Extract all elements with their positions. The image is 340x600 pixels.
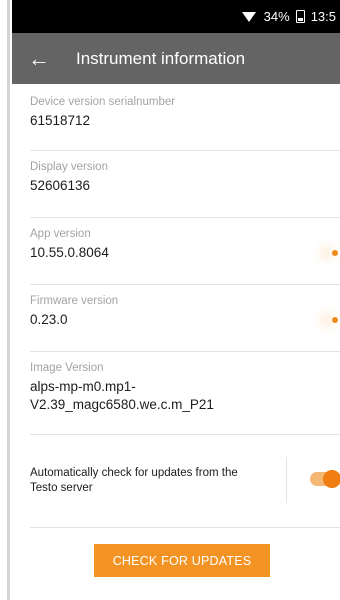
- firmware-version-label: Firmware version: [30, 295, 119, 307]
- page-title: Instrument information: [76, 48, 246, 68]
- status-time: 13:5: [310, 9, 336, 24]
- device-serial-field: Device version serialnumber 61518712: [30, 96, 340, 151]
- left-edge-rule: [7, 0, 10, 600]
- toggle-divider: [286, 457, 287, 503]
- auto-update-toggle[interactable]: [310, 470, 340, 488]
- image-version-value: alps-mp-m0.mp1- V2.39_magc6580.we.c.m_P2…: [30, 378, 340, 414]
- info-list: Device version serialnumber 61518712 Dis…: [12, 84, 340, 596]
- check-for-updates-button[interactable]: CHECK FOR UPDATES: [94, 544, 270, 577]
- image-version-field: Image Version alps-mp-m0.mp1- V2.39_magc…: [30, 352, 340, 435]
- display-version-label: Display version: [30, 161, 108, 173]
- phone-screen: 34% 13:5 ← Instrument information Device…: [12, 0, 340, 600]
- auto-update-row: Automatically check for updates from the…: [30, 435, 340, 528]
- auto-update-label-line1: Automatically check for updates from the: [30, 467, 238, 479]
- image-version-value-line1: alps-mp-m0.mp1-: [30, 379, 136, 394]
- battery-icon: [295, 10, 305, 23]
- firmware-version-field: Firmware version 0.23.0: [30, 285, 340, 352]
- button-area: CHECK FOR UPDATES: [30, 528, 340, 596]
- app-bar: ← Instrument information: [12, 33, 340, 84]
- display-version-field: Display version 52606136: [30, 151, 340, 218]
- battery-percent: 34%: [263, 9, 290, 24]
- auto-update-label: Automatically check for updates from the…: [30, 466, 280, 496]
- firmware-version-value: 0.23.0: [30, 312, 68, 327]
- app-version-field: App version 10.55.0.8064: [30, 218, 340, 285]
- device-serial-value: 61518712: [30, 113, 91, 128]
- wifi-icon: [241, 11, 256, 22]
- image-version-value-line2: V2.39_magc6580.we.c.m_P21: [30, 397, 214, 412]
- status-bar: 34% 13:5: [12, 0, 340, 33]
- toggle-knob: [323, 470, 340, 488]
- app-version-label: App version: [30, 228, 91, 240]
- firmware-version-indicator-icon: [332, 317, 338, 323]
- back-arrow-icon[interactable]: ←: [28, 47, 58, 70]
- app-version-indicator-icon: [332, 250, 338, 256]
- device-serial-label: Device version serialnumber: [30, 96, 176, 108]
- app-version-value: 10.55.0.8064: [30, 245, 109, 260]
- display-version-value: 52606136: [30, 178, 91, 193]
- image-version-label: Image Version: [30, 362, 104, 374]
- auto-update-label-line2: Testo server: [30, 482, 93, 494]
